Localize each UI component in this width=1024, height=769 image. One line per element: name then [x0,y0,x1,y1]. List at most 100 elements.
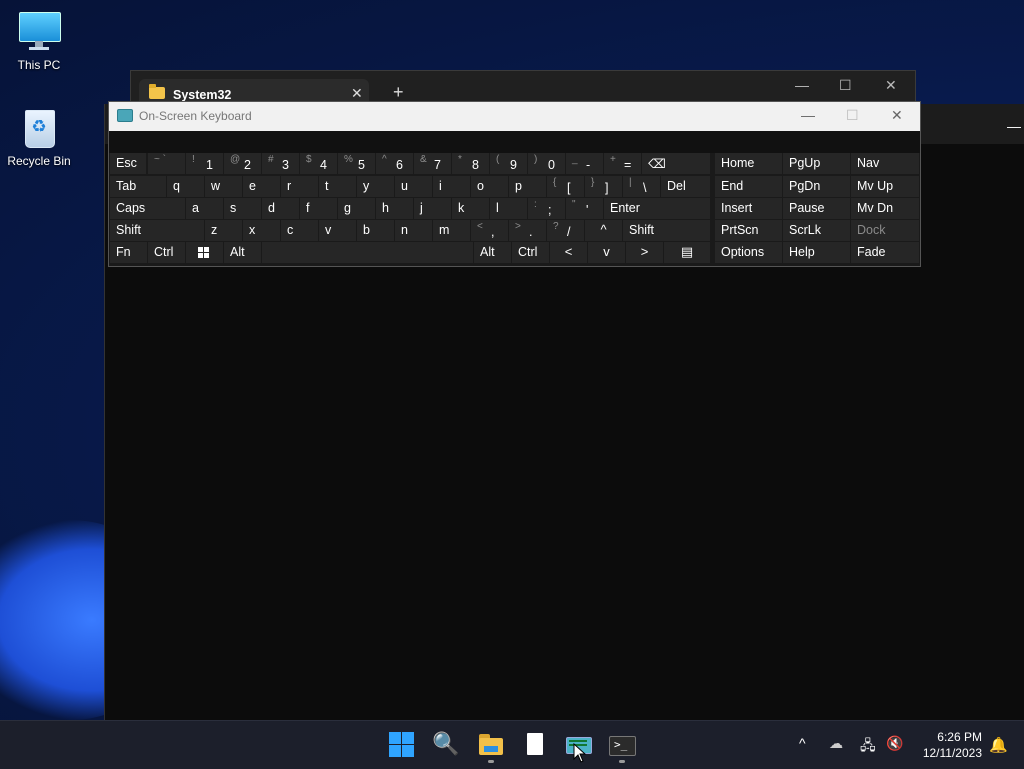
key-m[interactable]: m [433,220,470,241]
key-l[interactable]: l [490,198,527,219]
key-tab[interactable]: Tab [110,176,166,197]
osk-title-bar[interactable]: On-Screen Keyboard — ☐ ✕ [109,102,920,131]
key-j[interactable]: j [414,198,451,219]
key-mv-dn[interactable]: Mv Dn [851,198,919,219]
explorer-close-button[interactable]: ✕ [885,77,897,94]
osk-minimize-button[interactable]: — [801,107,815,123]
key-del[interactable]: Del [661,176,710,197]
key-left-bracket[interactable]: {[ [547,176,584,197]
key-4[interactable]: $4 [300,153,337,174]
key-scrlk[interactable]: ScrLk [783,220,850,241]
taskbar-terminal[interactable]: >_ [608,731,636,759]
new-tab-button[interactable]: + [393,83,404,101]
terminal-minimize-button[interactable]: — [1007,118,1021,134]
key-pgdn[interactable]: PgDn [783,176,850,197]
key-a[interactable]: a [186,198,223,219]
key-0[interactable]: ) 0 [528,153,565,174]
key-slash[interactable]: ? / [547,220,584,241]
key-end[interactable]: End [715,176,782,197]
explorer-minimize-button[interactable]: — [795,77,809,93]
network-icon[interactable]: 🖧 [860,735,876,759]
key-esc[interactable]: Esc [110,153,146,174]
key-o[interactable]: o [471,176,508,197]
key-b[interactable]: b [357,220,394,241]
key-s[interactable]: s [224,198,261,219]
key-8[interactable]: * 8 [452,153,489,174]
taskbar-notepad[interactable] [521,731,549,759]
key-caps[interactable]: Caps [110,198,185,219]
key-alt-left[interactable]: Alt [224,242,261,263]
key-5[interactable]: % 5 [338,153,375,174]
taskbar-file-explorer[interactable] [477,731,505,759]
key-u[interactable]: u [395,176,432,197]
desktop-icon-recycle-bin[interactable]: ♻ Recycle Bin [2,106,76,168]
key-options[interactable]: Options [715,242,782,263]
key-minus[interactable]: _ - [566,153,603,174]
key-r[interactable]: r [281,176,318,197]
key-2[interactable]: @2 [224,153,261,174]
key-y[interactable]: y [357,176,394,197]
key-comma[interactable]: <, [471,220,508,241]
key-1[interactable]: ! 1 [186,153,223,174]
key-enter[interactable]: Enter [604,198,710,219]
key-d[interactable]: d [262,198,299,219]
key-right-arrow[interactable]: > [626,242,663,263]
onedrive-cloud-icon[interactable]: ☁ [829,735,843,752]
notification-bell-icon[interactable]: 🔔 [989,736,1008,754]
tray-overflow-chevron-icon[interactable]: ^ [799,735,806,751]
volume-muted-icon[interactable]: 🔇 [886,735,903,752]
key-c[interactable]: c [281,220,318,241]
key-n[interactable]: n [395,220,432,241]
start-button[interactable] [388,731,416,759]
key-grave[interactable]: ~ ` [148,153,185,174]
key-h[interactable]: h [376,198,413,219]
taskbar-clock[interactable]: 6:26 PM 12/11/2023 [912,729,982,761]
key-x[interactable]: x [243,220,280,241]
key-ctrl-right[interactable]: Ctrl [512,242,549,263]
key-ctrl-left[interactable]: Ctrl [148,242,185,263]
key-pgup[interactable]: PgUp [783,153,850,174]
key-menu[interactable]: ▤ [664,242,710,263]
key-w[interactable]: w [205,176,242,197]
key-prtscn[interactable]: PrtScn [715,220,782,241]
key-t[interactable]: t [319,176,356,197]
key-pause[interactable]: Pause [783,198,850,219]
osk-close-button[interactable]: ✕ [891,107,903,124]
key-fade[interactable]: Fade [851,242,919,263]
key-up-arrow[interactable]: ^ [585,220,622,241]
key-equals[interactable]: + = [604,153,641,174]
key-k[interactable]: k [452,198,489,219]
key-period[interactable]: >. [509,220,546,241]
key-q[interactable]: q [167,176,204,197]
key-3[interactable]: #3 [262,153,299,174]
key-backslash[interactable]: | \ [623,176,660,197]
key-help[interactable]: Help [783,242,850,263]
key-space[interactable] [262,242,473,263]
key-shift-left[interactable]: Shift [110,220,204,241]
explorer-maximize-button[interactable]: ☐ [839,77,852,94]
key-left-arrow[interactable]: < [550,242,587,263]
key-p[interactable]: p [509,176,546,197]
key-6[interactable]: ^ 6 [376,153,413,174]
key-home[interactable]: Home [715,153,782,174]
key-z[interactable]: z [205,220,242,241]
key-mv-up[interactable]: Mv Up [851,176,919,197]
key-right-bracket[interactable]: }] [585,176,622,197]
key-quote[interactable]: " ' [566,198,603,219]
key-insert[interactable]: Insert [715,198,782,219]
key-down-arrow[interactable]: v [588,242,625,263]
key-shift-right[interactable]: Shift [623,220,710,241]
tab-close-icon[interactable]: ✕ [351,85,363,102]
key-alt-right[interactable]: Alt [474,242,511,263]
key-e[interactable]: e [243,176,280,197]
desktop-icon-this-pc[interactable]: This PC [2,10,76,72]
key-7[interactable]: & 7 [414,153,451,174]
key-i[interactable]: i [433,176,470,197]
key-f[interactable]: f [300,198,337,219]
key-9[interactable]: (9 [490,153,527,174]
search-button[interactable]: 🔍 [432,731,460,759]
key-g[interactable]: g [338,198,375,219]
key-v[interactable]: v [319,220,356,241]
key-nav[interactable]: Nav [851,153,919,174]
key-backspace[interactable]: ⌫ [642,153,710,174]
